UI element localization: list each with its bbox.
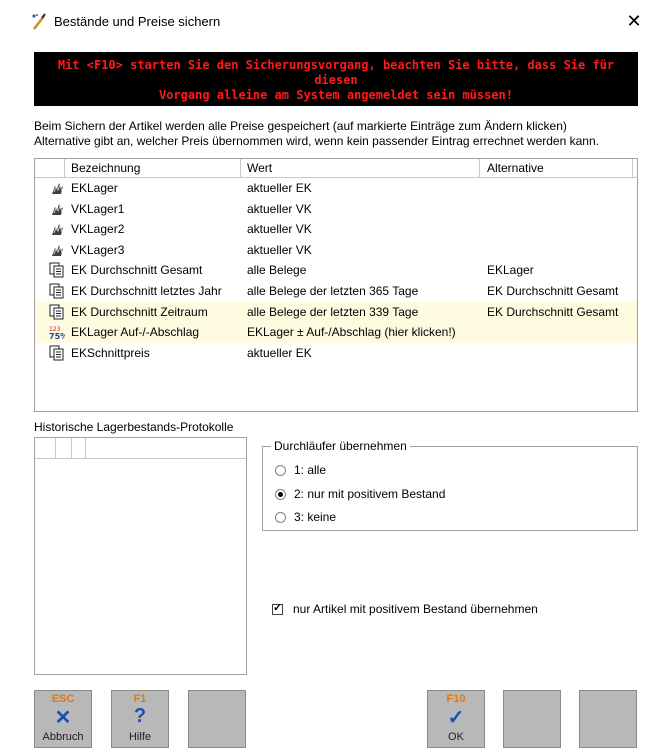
info-line-1: Beim Sichern der Artikel werden alle Pre…: [34, 119, 567, 133]
documents-icon: [49, 345, 65, 361]
empty-button-2[interactable]: [503, 690, 561, 748]
cell-bezeichnung: EK Durchschnitt Zeitraum: [71, 304, 208, 319]
hand-icon: [49, 221, 65, 237]
f10-key-label: F10: [446, 693, 466, 705]
table-row[interactable]: EK Durchschnitt Zeitraum alle Belege der …: [35, 301, 637, 323]
cell-wert: alle Belege: [247, 263, 307, 278]
empty-button-3[interactable]: [579, 690, 637, 748]
table-header: Bezeichnung Wert Alternative: [35, 159, 637, 178]
cancel-button[interactable]: ESC ✕ Abbruch: [34, 690, 92, 748]
column-header-bezeichnung[interactable]: Bezeichnung: [71, 161, 140, 175]
info-line-2: Alternative gibt an, welcher Preis übern…: [34, 134, 599, 148]
radio-positiv[interactable]: 2: nur mit positivem Bestand: [275, 487, 445, 501]
cell-wert: alle Belege der letzten 365 Tage: [247, 283, 419, 298]
history-list[interactable]: [34, 437, 247, 675]
cell-wert: aktueller EK: [247, 345, 312, 360]
cell-wert: aktueller EK: [247, 181, 312, 195]
radio-keine[interactable]: 3: keine: [275, 510, 336, 524]
hand-icon: [49, 180, 65, 196]
help-question-icon: ?: [133, 705, 147, 727]
checkbox-indicator[interactable]: [272, 601, 283, 616]
cell-alternative: EK Durchschnitt Gesamt: [487, 283, 619, 298]
f1-key-label: F1: [133, 693, 147, 705]
column-header-alternative[interactable]: Alternative: [487, 161, 544, 175]
cell-bezeichnung: VKLager3: [71, 242, 125, 257]
table-row[interactable]: VKLager3 aktueller VK: [35, 240, 637, 261]
table-row[interactable]: EK Durchschnitt Gesamt alle Belege EKLager: [35, 260, 637, 281]
price-table[interactable]: Bezeichnung Wert Alternative EKLager aktu…: [34, 158, 638, 412]
cell-wert: aktueller VK: [247, 222, 312, 237]
radio-keine-indicator[interactable]: [275, 512, 286, 524]
cell-bezeichnung: EKSchnittpreis: [71, 345, 150, 360]
radio-alle[interactable]: 1: alle: [275, 463, 326, 477]
cancel-x-icon: ✕: [54, 707, 72, 729]
table-body: EKLager aktueller EK VKLager1 aktueller VK V…: [35, 178, 637, 363]
documents-icon: [49, 262, 65, 278]
cell-wert: aktueller VK: [247, 242, 312, 257]
window-title: Bestände und Preise sichern: [54, 14, 221, 29]
cell-wert: aktueller VK: [247, 201, 312, 216]
cell-bezeichnung: VKLager2: [71, 222, 125, 237]
checkbox-label: nur Artikel mit positivem Bestand überne…: [293, 602, 538, 616]
table-row[interactable]: VKLager1 aktueller VK: [35, 199, 637, 220]
help-button[interactable]: F1 ? Hilfe: [111, 690, 169, 748]
durchlaeufer-legend: Durchläufer übernehmen: [271, 439, 410, 453]
table-row[interactable]: 12375%EKLager Auf-/-Abschlag EKLager ± Au…: [35, 322, 637, 343]
cell-bezeichnung: EKLager: [71, 181, 118, 195]
svg-text:75%: 75%: [49, 332, 65, 340]
cancel-label: Abbruch: [42, 731, 84, 743]
documents-icon: [49, 304, 65, 320]
help-label: Hilfe: [128, 731, 151, 743]
table-row[interactable]: EKLager aktueller EK: [35, 178, 637, 199]
positive-stock-checkbox[interactable]: nur Artikel mit positivem Bestand überne…: [272, 601, 538, 616]
documents-icon: [49, 283, 65, 299]
radio-positiv-indicator[interactable]: [275, 489, 286, 501]
ok-button[interactable]: F10 ✓ OK: [427, 690, 485, 748]
table-row[interactable]: EKSchnittpreis aktueller EK: [35, 343, 637, 364]
ok-check-icon: ✓: [447, 707, 465, 729]
radio-positiv-label: 2: nur mit positivem Bestand: [294, 487, 446, 501]
app-icon: [32, 13, 46, 30]
radio-keine-label: 3: keine: [294, 510, 337, 524]
cell-bezeichnung: EK Durchschnitt Gesamt: [71, 263, 203, 278]
cell-bezeichnung: EKLager Auf-/-Abschlag: [71, 325, 200, 340]
esc-key-label: ESC: [51, 693, 75, 705]
cell-alternative: EK Durchschnitt Gesamt: [487, 304, 619, 319]
warning-banner: Mit <F10> starten Sie den Sicherungsvorg…: [34, 52, 638, 106]
title-bar: Bestände und Preise sichern ✕: [0, 0, 654, 44]
radio-alle-indicator[interactable]: [275, 465, 286, 477]
warning-line-2: Vorgang alleine am System angemeldet sei…: [158, 88, 513, 102]
column-header-wert[interactable]: Wert: [247, 161, 272, 175]
history-label: Historische Lagerbestands-Protokolle: [34, 420, 234, 434]
cell-bezeichnung: EK Durchschnitt letztes Jahr: [71, 283, 222, 298]
percent-icon: 12375%: [49, 324, 68, 341]
radio-alle-label: 1: alle: [294, 463, 327, 477]
cell-alternative: EKLager: [487, 263, 534, 278]
close-button[interactable]: ✕: [624, 10, 644, 32]
info-text: Beim Sichern der Artikel werden alle Pre…: [34, 119, 644, 149]
table-row[interactable]: VKLager2 aktueller VK: [35, 219, 637, 240]
cell-wert: alle Belege der letzten 339 Tage: [247, 304, 419, 319]
cell-bezeichnung: VKLager1: [71, 201, 125, 216]
hand-icon: [49, 201, 65, 217]
durchlaeufer-group: Durchläufer übernehmen 1: alle 2: nur mi…: [262, 439, 638, 531]
cell-wert: EKLager ± Auf-/Abschlag (hier klicken!): [247, 325, 456, 340]
table-row[interactable]: EK Durchschnitt letztes Jahr alle Belege …: [35, 281, 637, 302]
hand-icon: [49, 242, 65, 258]
warning-line-1: Mit <F10> starten Sie den Sicherungsvorg…: [57, 58, 615, 87]
ok-label: OK: [448, 731, 464, 743]
history-header: [35, 438, 246, 459]
empty-button-1[interactable]: [188, 690, 246, 748]
